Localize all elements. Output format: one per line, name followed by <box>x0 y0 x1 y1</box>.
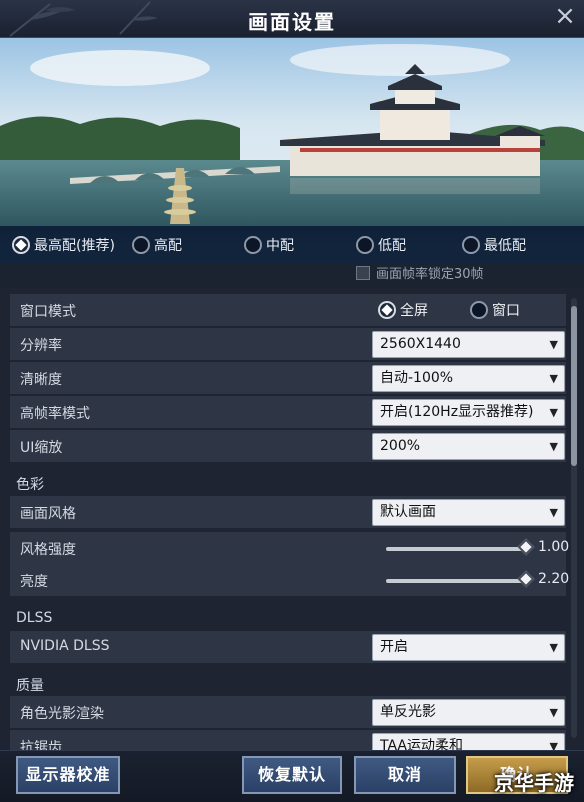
setting-row-clarity: 清晰度 自动-100% ▼ <box>10 362 566 394</box>
preset-high[interactable]: 高配 <box>132 235 182 255</box>
dropdown-value: 默认画面 <box>380 504 436 520</box>
setting-label: 角色光影渲染 <box>20 706 104 722</box>
frame-lock-label: 画面帧率锁定30帧 <box>376 267 484 282</box>
window-title: 画面设置 <box>248 10 336 34</box>
frame-lock-row[interactable]: 画面帧率锁定30帧 <box>356 263 484 282</box>
radio-icon <box>470 301 488 319</box>
slider-knob[interactable] <box>517 538 535 556</box>
dropdown-value: TAA运动柔和 <box>380 738 464 750</box>
dropdown-value: 开启 <box>380 639 408 655</box>
brightness-slider[interactable] <box>386 570 535 588</box>
preset-low[interactable]: 低配 <box>356 235 406 255</box>
setting-label: 亮度 <box>20 574 48 590</box>
radio-icon <box>462 236 480 254</box>
preset-label: 中配 <box>266 238 294 254</box>
setting-row-high-fps: 高帧率模式 开启(120Hz显示器推荐) ▼ <box>10 396 566 428</box>
setting-row-style: 画面风格 默认画面 ▼ <box>10 496 566 528</box>
setting-label: 清晰度 <box>20 372 62 388</box>
setting-row-brightness: 亮度 2.20 <box>10 564 570 596</box>
setting-label: 高帧率模式 <box>20 406 90 422</box>
calibrate-button[interactable]: 显示器校准 <box>16 756 120 794</box>
clarity-dropdown[interactable]: 自动-100% ▼ <box>372 365 565 392</box>
preset-medium[interactable]: 中配 <box>244 235 294 255</box>
setting-row-antialias: 抗锯齿 TAA运动柔和 ▼ <box>10 730 566 750</box>
scenery-illustration <box>0 38 584 226</box>
restore-default-button[interactable]: 恢复默认 <box>242 756 342 794</box>
setting-label: UI缩放 <box>20 440 63 456</box>
ui-scale-dropdown[interactable]: 200% ▼ <box>372 433 565 460</box>
window-mode-fullscreen[interactable]: 全屏 <box>378 300 428 320</box>
scrollbar-thumb[interactable] <box>571 306 577 466</box>
preset-label: 高配 <box>154 238 182 254</box>
preset-lowest[interactable]: 最低配 <box>462 235 526 255</box>
setting-row-style-strength: 风格强度 1.00 <box>10 532 570 564</box>
setting-label: NVIDIA DLSS <box>20 638 110 654</box>
setting-label: 抗锯齿 <box>20 740 62 750</box>
radio-icon <box>132 236 150 254</box>
char-shadow-dropdown[interactable]: 单反光影 ▼ <box>372 699 565 726</box>
preset-highest[interactable]: 最高配(推荐) <box>12 235 115 255</box>
setting-label: 风格强度 <box>20 542 76 558</box>
setting-row-nvidia-dlss: NVIDIA DLSS 开启 ▼ <box>10 631 566 663</box>
setting-row-ui-scale: UI缩放 200% ▼ <box>10 430 566 462</box>
resolution-dropdown[interactable]: 2560X1440 ▼ <box>372 331 565 358</box>
high-fps-dropdown[interactable]: 开启(120Hz显示器推荐) ▼ <box>372 399 565 426</box>
chevron-down-icon: ▼ <box>549 641 558 654</box>
quality-presets: 最高配(推荐) 高配 中配 低配 最低配 <box>0 226 584 264</box>
setting-label: 窗口模式 <box>20 304 76 320</box>
dropdown-value: 自动-100% <box>380 370 454 386</box>
chevron-down-icon: ▼ <box>549 706 558 719</box>
close-icon[interactable]: × <box>550 2 580 32</box>
nvidia-dlss-dropdown[interactable]: 开启 ▼ <box>372 634 565 661</box>
section-heading-quality: 质量 <box>16 678 44 694</box>
setting-row-char-shadow: 角色光影渲染 单反光影 ▼ <box>10 696 566 728</box>
chevron-down-icon: ▼ <box>549 406 558 419</box>
chevron-down-icon: ▼ <box>549 440 558 453</box>
window-mode-windowed[interactable]: 窗口 <box>470 300 520 320</box>
watermark: 京华手游 <box>494 771 574 795</box>
slider-value: 1.00 <box>538 539 570 555</box>
style-strength-slider[interactable] <box>386 538 535 556</box>
dropdown-value: 200% <box>380 438 421 454</box>
radio-selected-icon <box>12 236 30 254</box>
cancel-button[interactable]: 取消 <box>354 756 456 794</box>
slider-value: 2.20 <box>538 571 570 587</box>
setting-label: 分辨率 <box>20 338 62 354</box>
preset-label: 最高配(推荐) <box>34 238 115 254</box>
chevron-down-icon: ▼ <box>549 372 558 385</box>
style-dropdown[interactable]: 默认画面 ▼ <box>372 499 565 526</box>
antialias-dropdown[interactable]: TAA运动柔和 ▼ <box>372 733 565 750</box>
frame-lock-checkbox[interactable] <box>356 265 370 280</box>
radio-icon <box>244 236 262 254</box>
chevron-down-icon: ▼ <box>549 506 558 519</box>
radio-icon <box>356 236 374 254</box>
setting-row-window-mode: 窗口模式 全屏 窗口 <box>10 294 566 326</box>
radio-selected-icon <box>378 301 396 319</box>
section-heading-color: 色彩 <box>16 477 44 493</box>
section-heading-dlss: DLSS <box>16 610 53 626</box>
preview-image <box>0 38 584 226</box>
dropdown-value: 单反光影 <box>380 704 436 720</box>
settings-scrollbar[interactable] <box>571 298 577 738</box>
dropdown-value: 2560X1440 <box>380 336 461 352</box>
preset-label: 低配 <box>378 238 406 254</box>
radio-label: 全屏 <box>400 303 428 319</box>
setting-label: 画面风格 <box>20 506 76 522</box>
chevron-down-icon: ▼ <box>549 338 558 351</box>
dropdown-value: 开启(120Hz显示器推荐) <box>380 404 534 420</box>
settings-list: 窗口模式 全屏 窗口 分辨率 2560X1440 ▼ 清晰度 自动-100% ▼… <box>0 288 584 750</box>
setting-row-resolution: 分辨率 2560X1440 ▼ <box>10 328 566 360</box>
slider-knob[interactable] <box>517 570 535 588</box>
title-bar: 画面设置 × <box>0 0 584 38</box>
preset-label: 最低配 <box>484 238 526 254</box>
chevron-down-icon: ▼ <box>549 740 558 750</box>
radio-label: 窗口 <box>492 303 520 319</box>
